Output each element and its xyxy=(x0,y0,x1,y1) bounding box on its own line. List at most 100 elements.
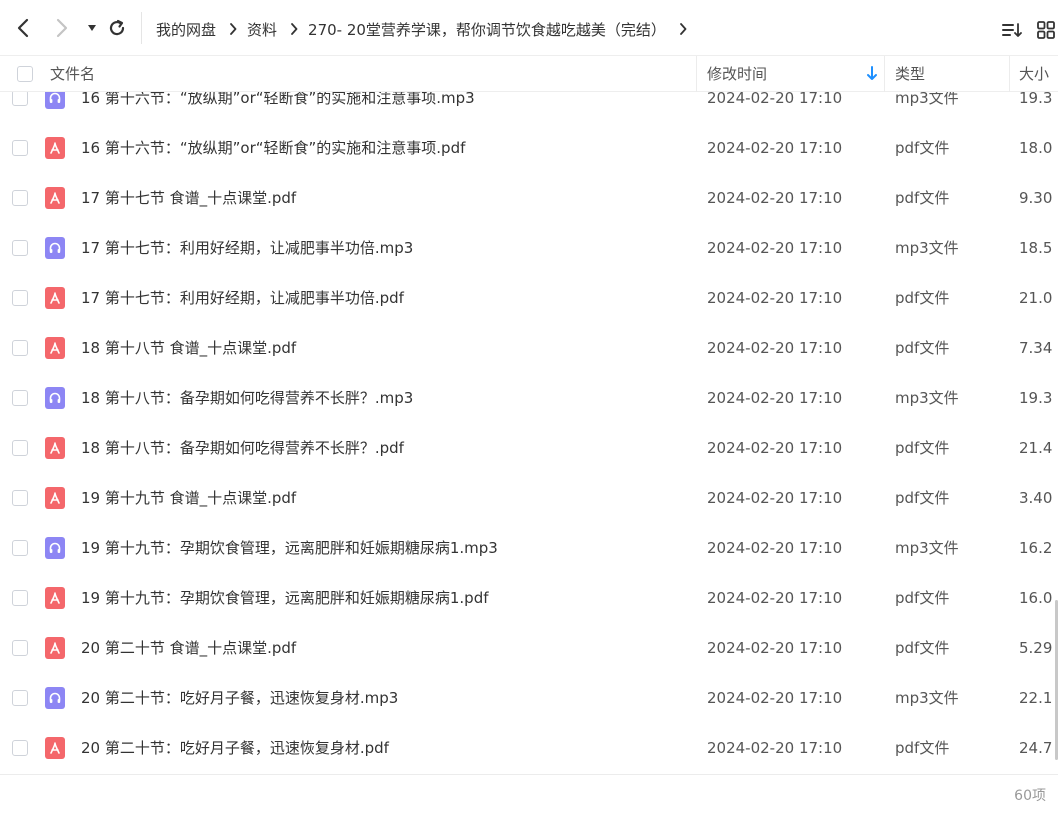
file-name[interactable]: 20 第二十节 食谱_十点课堂.pdf xyxy=(81,623,296,673)
back-button[interactable] xyxy=(11,16,35,40)
chevron-right-icon xyxy=(56,18,68,38)
table-row[interactable]: 20 第二十节 食谱_十点课堂.pdf 2024-02-20 17:10 pdf文件… xyxy=(0,623,1058,673)
arrow-down-icon[interactable] xyxy=(866,66,878,82)
table-row[interactable]: 19 第十九节：孕期饮食管理，远离肥胖和妊娠期糖尿病1.pdf 2024-02-2… xyxy=(0,573,1058,623)
table-row[interactable]: 18 第十八节：备孕期如何吃得营养不长胖？.pdf 2024-02-20 17:1… xyxy=(0,423,1058,473)
file-name[interactable]: 19 第十九节：孕期饮食管理，远离肥胖和妊娠期糖尿病1.mp3 xyxy=(81,523,498,573)
file-modified-time: 2024-02-20 17:10 xyxy=(707,739,843,757)
file-type: mp3文件 xyxy=(895,389,959,407)
file-name[interactable]: 18 第十八节 食谱_十点课堂.pdf xyxy=(81,323,296,373)
column-divider[interactable] xyxy=(696,56,697,92)
row-checkbox[interactable] xyxy=(12,140,28,156)
file-name[interactable]: 17 第十七节 食谱_十点课堂.pdf xyxy=(81,173,296,223)
row-checkbox[interactable] xyxy=(12,590,28,606)
refresh-button[interactable] xyxy=(105,16,129,40)
breadcrumb-item-current-folder[interactable]: 270- 20堂营养学课，帮你调节饮食越吃越美（完结） xyxy=(308,19,666,40)
column-header-size[interactable]: 大小 xyxy=(1019,56,1049,92)
file-type: pdf文件 xyxy=(895,339,950,357)
file-name[interactable]: 17 第十七节：利用好经期，让减肥事半功倍.mp3 xyxy=(81,223,413,273)
file-name[interactable]: 19 第十九节：孕期饮食管理，远离肥胖和妊娠期糖尿病1.pdf xyxy=(81,573,489,623)
breadcrumb-item-materials[interactable]: 资料 xyxy=(247,19,277,40)
table-row[interactable]: 17 第十七节：利用好经期，让减肥事半功倍.pdf 2024-02-20 17:1… xyxy=(0,273,1058,323)
file-size: 16.2 xyxy=(1019,539,1053,557)
table-row[interactable]: 18 第十八节：备孕期如何吃得营养不长胖？.mp3 2024-02-20 17:1… xyxy=(0,373,1058,423)
file-name[interactable]: 17 第十七节：利用好经期，让减肥事半功倍.pdf xyxy=(81,273,404,323)
view-toggle-button[interactable] xyxy=(1034,18,1058,42)
file-name[interactable]: 16 第十六节：“放纵期”or“轻断食”的实施和注意事项.mp3 xyxy=(81,92,475,123)
row-checkbox[interactable] xyxy=(12,740,28,756)
history-dropdown-button[interactable] xyxy=(80,16,104,40)
audio-file-icon xyxy=(45,687,65,709)
column-header-modified[interactable]: 修改时间 xyxy=(707,56,767,92)
file-type: pdf文件 xyxy=(895,439,950,457)
pdf-file-icon xyxy=(45,637,65,659)
file-size: 5.29 xyxy=(1019,639,1053,657)
file-size: 9.30 xyxy=(1019,189,1053,207)
row-checkbox[interactable] xyxy=(12,290,28,306)
toolbar: 我的网盘 资料 270- 20堂营养学课，帮你调节饮食越吃越美（完结） xyxy=(0,0,1058,56)
row-checkbox[interactable] xyxy=(12,92,28,106)
row-checkbox[interactable] xyxy=(12,390,28,406)
file-size: 19.3 xyxy=(1019,92,1053,107)
table-row[interactable]: 18 第十八节 食谱_十点课堂.pdf 2024-02-20 17:10 pdf文件… xyxy=(0,323,1058,373)
toolbar-divider xyxy=(141,12,142,44)
file-name[interactable]: 18 第十八节：备孕期如何吃得营养不长胖？.mp3 xyxy=(81,373,413,423)
file-type: mp3文件 xyxy=(895,92,959,107)
file-type: pdf文件 xyxy=(895,289,950,307)
pdf-file-icon xyxy=(45,737,65,759)
file-modified-time: 2024-02-20 17:10 xyxy=(707,639,843,657)
row-checkbox[interactable] xyxy=(12,440,28,456)
file-rows: 16 第十六节：“放纵期”or“轻断食”的实施和注意事项.mp3 2024-02-… xyxy=(0,92,1058,773)
column-divider[interactable] xyxy=(1009,56,1010,92)
file-modified-time: 2024-02-20 17:10 xyxy=(707,489,843,507)
pdf-file-icon xyxy=(45,437,65,459)
file-modified-time: 2024-02-20 17:10 xyxy=(707,239,843,257)
file-name[interactable]: 19 第十九节 食谱_十点课堂.pdf xyxy=(81,473,296,523)
table-row[interactable]: 19 第十九节：孕期饮食管理，远离肥胖和妊娠期糖尿病1.mp3 2024-02-2… xyxy=(0,523,1058,573)
file-name[interactable]: 16 第十六节：“放纵期”or“轻断食”的实施和注意事项.pdf xyxy=(81,123,465,173)
breadcrumb: 我的网盘 资料 270- 20堂营养学课，帮你调节饮食越吃越美（完结） xyxy=(156,18,697,40)
refresh-icon xyxy=(109,19,125,36)
row-checkbox[interactable] xyxy=(12,240,28,256)
row-checkbox[interactable] xyxy=(12,690,28,706)
file-name[interactable]: 20 第二十节：吃好月子餐，迅速恢复身材.mp3 xyxy=(81,673,398,723)
table-row[interactable]: 17 第十七节 食谱_十点课堂.pdf 2024-02-20 17:10 pdf文件… xyxy=(0,173,1058,223)
table-row[interactable]: 17 第十七节：利用好经期，让减肥事半功倍.mp3 2024-02-20 17:1… xyxy=(0,223,1058,273)
file-name[interactable]: 20 第二十节：吃好月子餐，迅速恢复身材.pdf xyxy=(81,723,389,773)
column-header-name[interactable]: 文件名 xyxy=(50,56,95,92)
table-header: 文件名 修改时间 类型 大小 xyxy=(0,56,1058,92)
breadcrumb-item-root[interactable]: 我的网盘 xyxy=(156,19,216,40)
row-checkbox[interactable] xyxy=(12,540,28,556)
table-row[interactable]: 16 第十六节：“放纵期”or“轻断食”的实施和注意事项.mp3 2024-02-… xyxy=(0,92,1058,123)
table-row[interactable]: 16 第十六节：“放纵期”or“轻断食”的实施和注意事项.pdf 2024-02-… xyxy=(0,123,1058,173)
item-count: 60项 xyxy=(1014,788,1046,804)
caret-down-icon xyxy=(88,25,96,31)
row-checkbox[interactable] xyxy=(12,640,28,656)
file-type: pdf文件 xyxy=(895,739,950,757)
file-name[interactable]: 18 第十八节：备孕期如何吃得营养不长胖？.pdf xyxy=(81,423,404,473)
table-row[interactable]: 20 第二十节：吃好月子餐，迅速恢复身材.mp3 2024-02-20 17:10… xyxy=(0,673,1058,723)
sort-list-icon xyxy=(1002,23,1022,37)
row-checkbox[interactable] xyxy=(12,340,28,356)
select-all-checkbox[interactable] xyxy=(17,66,33,82)
file-list: 16 第十六节：“放纵期”or“轻断食”的实施和注意事项.mp3 2024-02-… xyxy=(0,92,1058,774)
table-row[interactable]: 19 第十九节 食谱_十点课堂.pdf 2024-02-20 17:10 pdf文件… xyxy=(0,473,1058,523)
breadcrumb-more-chevron-icon[interactable] xyxy=(679,23,687,35)
file-size: 16.0 xyxy=(1019,589,1053,607)
table-row[interactable]: 20 第二十节：吃好月子餐，迅速恢复身材.pdf 2024-02-20 17:10… xyxy=(0,723,1058,773)
file-modified-time: 2024-02-20 17:10 xyxy=(707,539,843,557)
sort-button[interactable] xyxy=(1000,18,1024,42)
audio-file-icon xyxy=(45,537,65,559)
pdf-file-icon xyxy=(45,587,65,609)
file-size: 22.1 xyxy=(1019,689,1053,707)
file-modified-time: 2024-02-20 17:10 xyxy=(707,289,843,307)
file-size: 24.7 xyxy=(1019,739,1053,757)
row-checkbox[interactable] xyxy=(12,190,28,206)
file-modified-time: 2024-02-20 17:10 xyxy=(707,389,843,407)
column-divider[interactable] xyxy=(884,56,885,92)
file-type: pdf文件 xyxy=(895,589,950,607)
forward-button[interactable] xyxy=(50,16,74,40)
row-checkbox[interactable] xyxy=(12,490,28,506)
file-size: 7.34 xyxy=(1019,339,1053,357)
column-header-type[interactable]: 类型 xyxy=(895,56,925,92)
